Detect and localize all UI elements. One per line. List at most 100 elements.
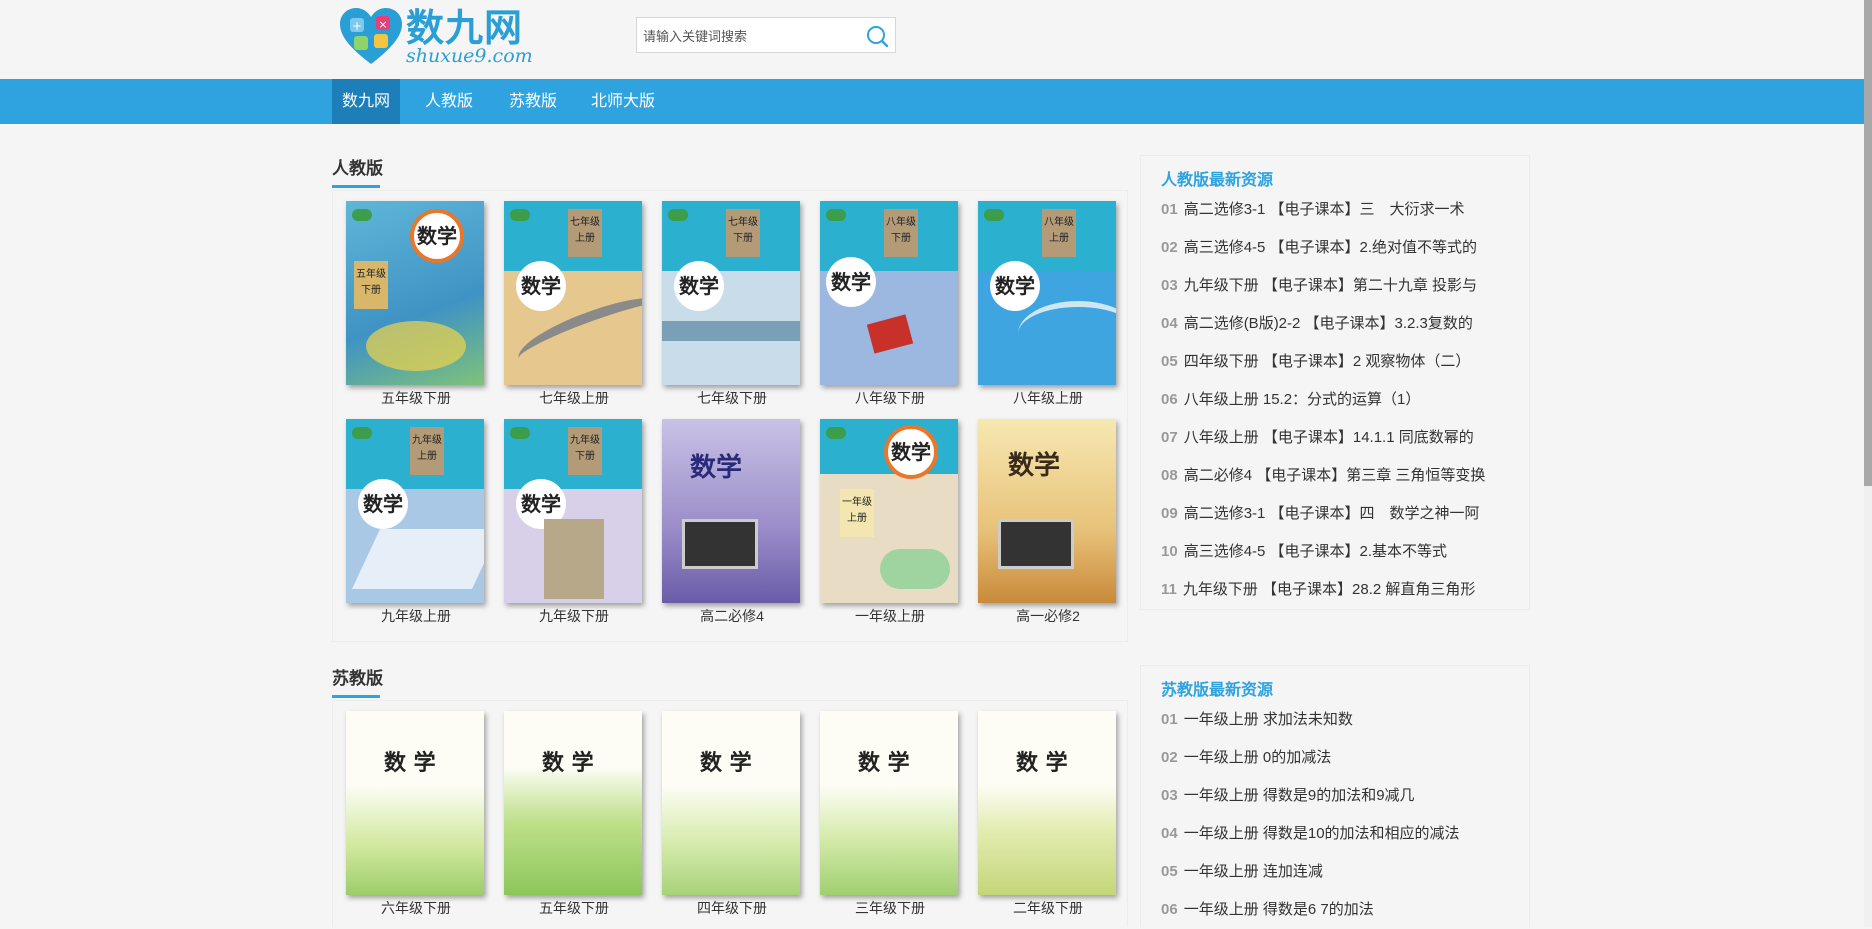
cover-title: 数学 <box>826 257 876 307</box>
search-box <box>636 17 896 53</box>
sidebar-sujiao: 苏教版最新资源 01 一年级上册 求加法未知数 02 一年级上册 0的加减法 03 一… <box>1140 665 1530 927</box>
sidebar-item[interactable]: 05 四年级下册 【电子课本】2 观察物体（二） <box>1161 343 1521 381</box>
book-caption[interactable]: 高一必修2 <box>978 607 1118 625</box>
sidebar-item[interactable]: 02 一年级上册 0的加减法 <box>1161 739 1521 777</box>
cover-illustration <box>682 519 758 569</box>
cover-title: 数 学 <box>384 750 436 776</box>
book-cover[interactable]: 数 学 <box>346 711 484 895</box>
nav-item-home[interactable]: 数九网 <box>332 79 400 124</box>
sidebar-item[interactable]: 04 一年级上册 得数是10的加法和相应的减法 <box>1161 815 1521 853</box>
nav-item-sujiao[interactable]: 苏教版 <box>496 79 570 124</box>
sidebar-item[interactable]: 07 八年级上册 【电子课本】14.1.1 同底数幂的 <box>1161 419 1521 457</box>
book-cover[interactable]: 九年级 下册 数学 <box>504 419 642 603</box>
book-caption[interactable]: 八年级下册 <box>820 389 960 407</box>
book-cover[interactable]: 数学 五年级 下册 <box>346 201 484 385</box>
book-cover[interactable]: 八年级 下册 数学 <box>820 201 958 385</box>
cover-title: 数 学 <box>1016 750 1068 776</box>
publisher-badge-icon <box>668 209 688 221</box>
publisher-badge-icon <box>510 427 530 439</box>
cover-title: 数学 <box>516 261 566 311</box>
search-input[interactable] <box>641 20 855 52</box>
book-cover[interactable]: 数学 一年级 上册 <box>820 419 958 603</box>
cover-grade: 八年级 下册 <box>884 209 918 257</box>
book-caption[interactable]: 五年级下册 <box>504 899 644 917</box>
book-cover[interactable]: 数 学 <box>662 711 800 895</box>
book-caption[interactable]: 九年级上册 <box>346 607 486 625</box>
publisher-badge-icon <box>510 209 530 221</box>
publisher-badge-icon <box>352 209 372 221</box>
publisher-badge-icon <box>352 427 372 439</box>
book-caption[interactable]: 二年级下册 <box>978 899 1118 917</box>
cover-grade: 七年级 上册 <box>568 209 602 257</box>
cover-title: 数学 <box>1008 451 1061 481</box>
sidebar-item[interactable]: 03 九年级下册 【电子课本】第二十九章 投影与 <box>1161 267 1521 305</box>
cover-title: 数 学 <box>700 750 752 776</box>
book-cover[interactable]: 数 学 <box>978 711 1116 895</box>
book-cover[interactable]: 八年级 上册 数学 <box>978 201 1116 385</box>
sidebar-item[interactable]: 05 一年级上册 连加连减 <box>1161 853 1521 891</box>
book-cover[interactable]: 数学 <box>978 419 1116 603</box>
page-scrollbar[interactable] <box>1864 0 1872 927</box>
sidebar-item[interactable]: 03 一年级上册 得数是9的加法和9减几 <box>1161 777 1521 815</box>
cover-title: 数学 <box>674 261 724 311</box>
book-cover[interactable]: 数 学 <box>820 711 958 895</box>
sidebar-item[interactable]: 11 九年级下册 【电子课本】28.2 解直角三角形 <box>1161 571 1521 609</box>
book-cover[interactable]: 七年级 上册 数学 <box>504 201 642 385</box>
sidebar-item[interactable]: 06 一年级上册 得数是6 7的加法 <box>1161 891 1521 929</box>
sidebar-item[interactable]: 08 高二必修4 【电子课本】第三章 三角恒等变换 <box>1161 457 1521 495</box>
cover-illustration <box>662 321 800 341</box>
search-icon[interactable] <box>865 24 889 48</box>
book-caption[interactable]: 九年级下册 <box>504 607 644 625</box>
section-underline <box>332 695 380 698</box>
cover-grade: 九年级 上册 <box>410 427 444 475</box>
book-caption[interactable]: 三年级下册 <box>820 899 960 917</box>
scrollbar-thumb[interactable] <box>1864 0 1872 486</box>
book-caption[interactable]: 四年级下册 <box>662 899 802 917</box>
book-caption[interactable]: 一年级上册 <box>820 607 960 625</box>
cover-illustration <box>366 321 466 371</box>
publisher-badge-icon <box>826 427 846 439</box>
book-cover[interactable]: 数学 <box>662 419 800 603</box>
book-cover[interactable]: 九年级 上册 数学 <box>346 419 484 603</box>
cover-title: 数 学 <box>542 750 594 776</box>
cover-title: 数学 <box>358 479 408 529</box>
sidebar-item[interactable]: 01 一年级上册 求加法未知数 <box>1161 701 1521 739</box>
sidebar-item[interactable]: 01 高二选修3-1 【电子课本】三 大衍求一术 <box>1161 191 1521 229</box>
publisher-badge-icon <box>826 209 846 221</box>
cover-title: 数学 <box>410 209 464 263</box>
sidebar-item[interactable]: 09 高二选修3-1 【电子课本】四 数学之神一阿 <box>1161 495 1521 533</box>
nav-item-renjiao[interactable]: 人教版 <box>412 79 486 124</box>
cover-illustration <box>866 314 914 354</box>
logo-text: 数九网 <box>406 5 524 50</box>
cover-grade: 一年级 上册 <box>840 489 874 537</box>
sidebar-item[interactable]: 02 高三选修4-5 【电子课本】2.绝对值不等式的 <box>1161 229 1521 267</box>
cover-grade: 九年级 下册 <box>568 427 602 475</box>
cover-title: 数学 <box>990 261 1040 311</box>
sidebar-title: 人教版最新资源 <box>1161 172 1274 189</box>
sidebar-renjiao: 人教版最新资源 01 高二选修3-1 【电子课本】三 大衍求一术 02 高三选修4-… <box>1140 155 1530 610</box>
book-caption[interactable]: 八年级上册 <box>978 389 1118 407</box>
cover-illustration <box>544 519 604 599</box>
book-caption[interactable]: 五年级下册 <box>346 389 486 407</box>
book-caption[interactable]: 高二必修4 <box>662 607 802 625</box>
site-logo[interactable]: + × 数九网 shuxue9.com <box>340 5 533 67</box>
book-cover[interactable]: 七年级 下册 数学 <box>662 201 800 385</box>
section-title-renjiao: 人教版 <box>332 159 383 178</box>
cover-illustration <box>1018 301 1116 367</box>
sidebar-item[interactable]: 10 高三选修4-5 【电子课本】2.基本不等式 <box>1161 533 1521 571</box>
section-underline <box>332 185 380 188</box>
logo-subtext: shuxue9.com <box>406 45 533 67</box>
nav-item-beishida[interactable]: 北师大版 <box>580 79 666 124</box>
sidebar-title: 苏教版最新资源 <box>1161 682 1274 699</box>
svg-text:×: × <box>378 18 387 31</box>
book-caption[interactable]: 七年级下册 <box>662 389 802 407</box>
publisher-badge-icon <box>984 209 1004 221</box>
sujiao-books-panel: 数 学 六年级下册 数 学 五年级下册 数 学 四年级下册 数 学 三年级下册 … <box>332 700 1128 927</box>
main-nav: 数九网 人教版 苏教版 北师大版 <box>0 79 1864 124</box>
book-cover[interactable]: 数 学 <box>504 711 642 895</box>
sidebar-item[interactable]: 04 高二选修(B版)2-2 【电子课本】3.2.3复数的 <box>1161 305 1521 343</box>
cover-title: 数学 <box>690 453 743 483</box>
book-caption[interactable]: 六年级下册 <box>346 899 486 917</box>
sidebar-item[interactable]: 06 八年级上册 15.2：分式的运算（1） <box>1161 381 1521 419</box>
book-caption[interactable]: 七年级上册 <box>504 389 644 407</box>
